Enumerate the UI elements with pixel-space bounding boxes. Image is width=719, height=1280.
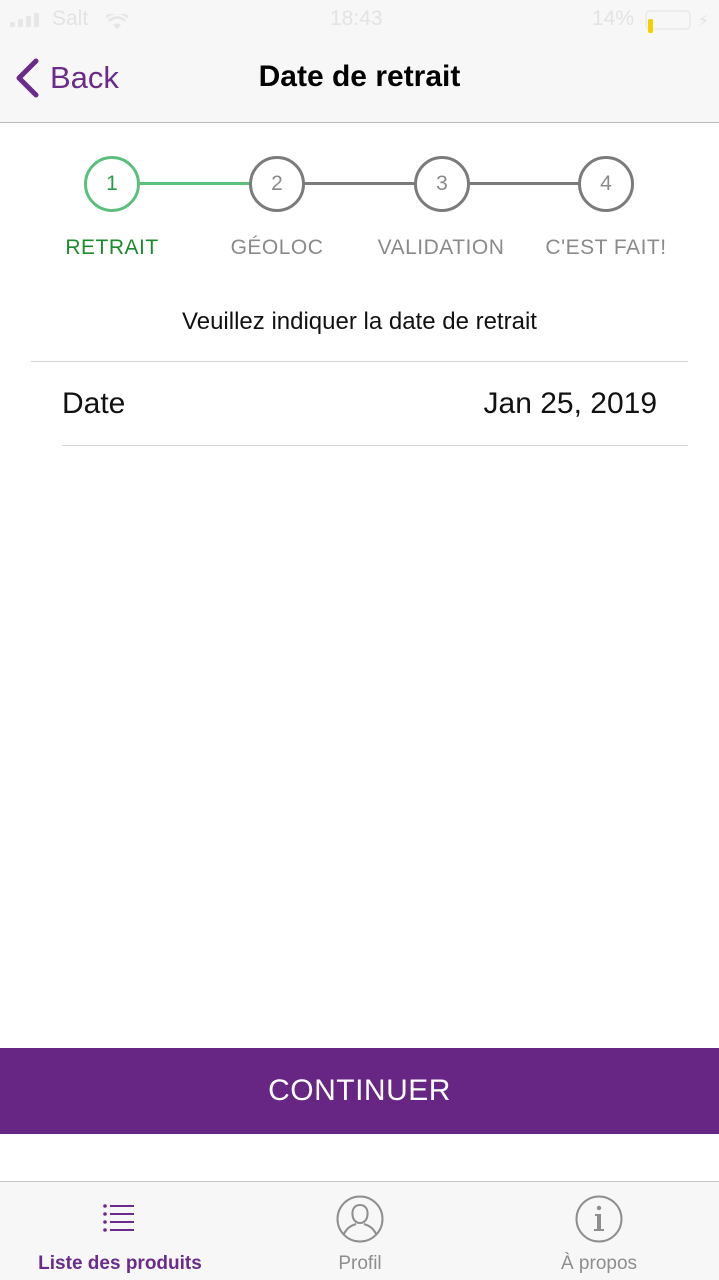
page-title: Date de retrait <box>258 60 461 93</box>
continue-button[interactable]: CONTINUER <box>0 1048 719 1134</box>
list-icon <box>103 1204 134 1232</box>
tab-label: Profil <box>338 1253 382 1274</box>
tab-a-propos[interactable]: À propos <box>479 1182 719 1280</box>
tab-label: Liste des produits <box>38 1253 202 1274</box>
step-label-3: VALIDATION <box>377 236 505 259</box>
status-bar: Salt 18:43 14% ⚡ <box>0 0 719 40</box>
navigation-bar: Back Date de retrait <box>0 40 719 123</box>
charging-bolt-icon: ⚡ <box>698 13 710 30</box>
tab-bar: Liste des produits Profil À propos <box>0 1181 719 1280</box>
date-field-row[interactable]: Date Jan 25, 2019 <box>62 362 688 446</box>
battery-icon <box>645 10 691 33</box>
step-circle-1: 1 <box>84 156 140 212</box>
step-connector-3 <box>470 182 580 185</box>
instruction-text: Veuillez indiquer la date de retrait <box>182 308 537 335</box>
tab-profil[interactable]: Profil <box>240 1182 480 1280</box>
person-icon <box>336 1195 384 1243</box>
carrier-name: Salt <box>52 7 89 30</box>
tab-liste-des-produits[interactable]: Liste des produits <box>0 1182 240 1280</box>
progress-stepper: 1 2 3 4 RETRAIT GÉOLOC VALIDATION C'EST … <box>0 150 719 270</box>
step-connector-2 <box>305 182 415 185</box>
signal-icon <box>10 13 39 27</box>
status-time: 18:43 <box>330 7 383 30</box>
step-circle-2: 2 <box>249 156 305 212</box>
info-icon <box>575 1195 623 1243</box>
battery-percent: 14% <box>592 7 635 30</box>
wifi-icon <box>105 11 129 29</box>
step-connector-1 <box>140 182 250 185</box>
tab-label: À propos <box>560 1253 638 1274</box>
step-label-2: GÉOLOC <box>230 236 324 259</box>
step-label-4: C'EST FAIT! <box>545 236 667 259</box>
step-label-1: RETRAIT <box>65 236 159 259</box>
date-value[interactable]: Jan 25, 2019 <box>484 387 657 421</box>
step-circle-3: 3 <box>414 156 470 212</box>
date-label: Date <box>62 387 126 420</box>
step-circle-4: 4 <box>578 156 634 212</box>
